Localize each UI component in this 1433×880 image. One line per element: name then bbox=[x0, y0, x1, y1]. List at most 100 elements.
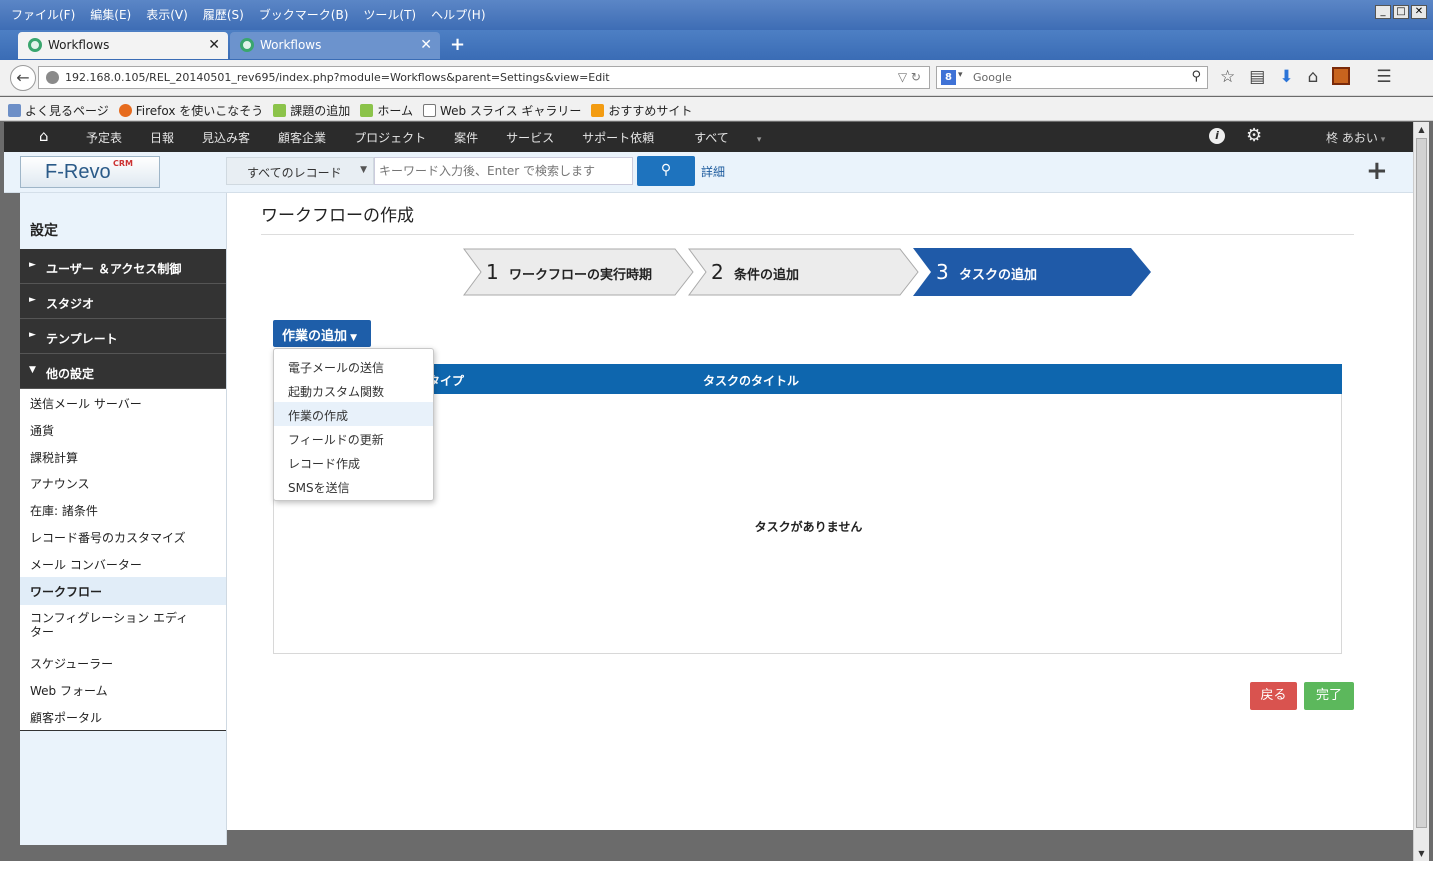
option-update-fields[interactable]: フィールドの更新 bbox=[274, 426, 433, 450]
sidebar-section-studio[interactable]: ► スタジオ bbox=[20, 284, 226, 319]
bookmarks-toolbar: よく見るページ Firefox を使いこなそう 課題の追加 ホーム Web スラ… bbox=[0, 97, 1433, 121]
bookmark-home[interactable]: ホーム bbox=[360, 100, 413, 120]
user-menu[interactable]: 柊 あおい ▾ bbox=[1326, 129, 1385, 146]
sidebar-item-customer-portal[interactable]: 顧客ポータル bbox=[20, 709, 226, 726]
browser-tab[interactable]: Workflows ✕ bbox=[230, 32, 440, 59]
sidebar-item-inventory-terms[interactable]: 在庫: 諸条件 bbox=[20, 502, 226, 519]
step-2[interactable]: 2 条件の追加 bbox=[688, 248, 919, 296]
quick-create-plus-icon[interactable]: + bbox=[1366, 156, 1388, 186]
sidebar-item-tax[interactable]: 課税計算 bbox=[20, 449, 226, 466]
nav-support[interactable]: サポート依頼 bbox=[570, 129, 670, 146]
google-search-engine-icon[interactable]: 8 bbox=[941, 70, 956, 85]
close-window-button[interactable]: ✕ bbox=[1411, 5, 1427, 19]
option-send-email[interactable]: 電子メールの送信 bbox=[274, 354, 433, 378]
sidebar-item-record-numbering[interactable]: レコード番号のカスタマイズ bbox=[20, 529, 226, 546]
nav-leads[interactable]: 見込み客 bbox=[190, 129, 266, 146]
crm-subheader: F-Revo CRM すべてのレコード ▼ ⚲ 詳細 + bbox=[4, 152, 1413, 193]
page-scrollbar[interactable]: ▲ ▼ bbox=[1413, 122, 1429, 861]
tab-close-icon[interactable]: ✕ bbox=[420, 37, 432, 53]
sidebar-item-announcement[interactable]: アナウンス bbox=[20, 475, 226, 492]
menu-tools[interactable]: ツール(T) bbox=[356, 4, 424, 25]
sidebar-item-workflows[interactable]: ワークフロー bbox=[20, 577, 226, 605]
back-arrow-icon[interactable]: ← bbox=[10, 65, 36, 91]
chevron-down-icon[interactable]: ▾ bbox=[958, 70, 963, 80]
download-icon[interactable]: ⬇ bbox=[1279, 67, 1293, 87]
step-1[interactable]: 1 ワークフローの実行時期 bbox=[463, 248, 694, 296]
gear-icon[interactable]: ⚙ bbox=[1246, 125, 1262, 146]
option-create-todo[interactable]: 作業の作成 bbox=[274, 402, 433, 426]
option-invoke-custom-function[interactable]: 起動カスタム関数 bbox=[274, 378, 433, 402]
menu-view[interactable]: 表示(V) bbox=[139, 4, 196, 25]
bookmark-add-issue[interactable]: 課題の追加 bbox=[273, 100, 350, 120]
record-type-select[interactable]: すべてのレコード ▼ bbox=[226, 157, 374, 185]
sidebar-section-users[interactable]: ► ユーザー ＆アクセス制御 bbox=[20, 249, 226, 284]
scrollbar-thumb[interactable] bbox=[1416, 138, 1427, 828]
nav-accounts[interactable]: 顧客企業 bbox=[266, 129, 342, 146]
finish-button[interactable]: 完了 bbox=[1304, 682, 1354, 710]
menu-file[interactable]: ファイル(F) bbox=[4, 4, 83, 25]
sidebar-item-webforms[interactable]: Web フォーム bbox=[20, 682, 226, 699]
sidebar-item-scheduler[interactable]: スケジューラー bbox=[20, 655, 226, 672]
navigation-toolbar: ← 192.168.0.105/REL_20140501_rev695/inde… bbox=[0, 60, 1433, 96]
nav-services[interactable]: サービス bbox=[494, 129, 570, 146]
caret-right-icon: ► bbox=[29, 295, 36, 305]
nav-all[interactable]: すべて ▾ bbox=[670, 129, 793, 146]
browser-tab-active[interactable]: Workflows ✕ bbox=[18, 32, 228, 59]
menu-history[interactable]: 履歴(S) bbox=[196, 4, 252, 25]
nav-calendar[interactable]: 予定表 bbox=[74, 129, 138, 146]
minimize-button[interactable]: _ bbox=[1375, 5, 1391, 19]
add-task-button[interactable]: 作業の追加 ▼ bbox=[273, 320, 371, 347]
search-icon: ⚲ bbox=[660, 162, 672, 178]
bookmark-most-visited[interactable]: よく見るページ bbox=[8, 100, 109, 120]
frevo-logo[interactable]: F-Revo CRM bbox=[20, 156, 160, 188]
menu-bookmarks[interactable]: ブックマーク(B) bbox=[252, 4, 357, 25]
url-bar[interactable]: 192.168.0.105/REL_20140501_rev695/index.… bbox=[38, 66, 930, 89]
bookmark-firefox[interactable]: Firefox を使いこなそう bbox=[118, 100, 263, 120]
info-icon[interactable]: i bbox=[1209, 128, 1225, 144]
keyword-search-input[interactable] bbox=[374, 157, 633, 185]
nav-daily-report[interactable]: 日報 bbox=[138, 129, 190, 146]
empty-message: タスクがありません bbox=[754, 520, 863, 534]
home-icon[interactable]: ⌂ bbox=[1308, 67, 1319, 87]
browser-search-box[interactable]: 8 ▾ Google ⚲ bbox=[936, 66, 1208, 89]
sidebar-section-other[interactable]: ▼ 他の設定 bbox=[20, 354, 226, 389]
scroll-down-icon[interactable]: ▼ bbox=[1416, 849, 1427, 858]
window-titlebar: ファイル(F) 編集(E) 表示(V) 履歴(S) ブックマーク(B) ツール(… bbox=[0, 0, 1433, 30]
menu-help[interactable]: ヘルプ(H) bbox=[424, 4, 493, 25]
logo-text: F-Revo bbox=[45, 161, 111, 183]
menu-edit[interactable]: 編集(E) bbox=[83, 4, 139, 25]
tab-close-icon[interactable]: ✕ bbox=[208, 37, 220, 53]
sidebar-section-templates[interactable]: ► テンプレート bbox=[20, 319, 226, 354]
step-3-active[interactable]: 3 タスクの追加 bbox=[913, 248, 1153, 296]
step-label: 条件の追加 bbox=[734, 268, 800, 283]
sidebar-item-mail-converter[interactable]: メール コンバーター bbox=[20, 556, 226, 573]
home-icon[interactable]: ⌂ bbox=[39, 127, 49, 145]
green-tag-icon bbox=[273, 103, 287, 117]
nav-deals[interactable]: 案件 bbox=[442, 129, 494, 146]
sidebar-item-config-editor[interactable]: コンフィグレーション エディ ター bbox=[20, 611, 226, 639]
extension-icon[interactable] bbox=[1332, 67, 1351, 85]
sidebar-other-settings-list: 送信メール サーバー 通貨 課税計算 アナウンス 在庫: 諸条件 レコード番号の… bbox=[20, 389, 226, 731]
reload-icon[interactable]: ▽ ↻ bbox=[898, 70, 921, 84]
maximize-button[interactable]: □ bbox=[1393, 5, 1409, 19]
site-identity-icon[interactable] bbox=[46, 71, 59, 84]
bookmark-web-slice[interactable]: Web スライス ギャラリー bbox=[422, 100, 581, 120]
page-gutter bbox=[4, 193, 20, 861]
advanced-search-link[interactable]: 詳細 bbox=[701, 163, 725, 180]
hamburger-menu-icon[interactable]: ☰ bbox=[1376, 67, 1391, 87]
bookmark-recommended[interactable]: おすすめサイト bbox=[591, 100, 692, 120]
reading-list-icon[interactable]: ▤ bbox=[1249, 67, 1265, 87]
nav-projects[interactable]: プロジェクト bbox=[342, 129, 442, 146]
browser-search-placeholder: Google bbox=[973, 71, 1012, 84]
option-create-record[interactable]: レコード作成 bbox=[274, 450, 433, 474]
search-icon[interactable]: ⚲ bbox=[1191, 69, 1201, 84]
option-send-sms[interactable]: SMSを送信 bbox=[274, 474, 433, 498]
back-button[interactable]: 戻る bbox=[1250, 682, 1297, 710]
sidebar-item-currency[interactable]: 通貨 bbox=[20, 422, 226, 439]
page-gutter bbox=[227, 830, 1413, 861]
sidebar-item-outgoing-server[interactable]: 送信メール サーバー bbox=[20, 395, 226, 412]
search-button[interactable]: ⚲ bbox=[637, 156, 695, 186]
new-tab-icon[interactable]: + bbox=[450, 34, 465, 55]
bookmark-star-icon[interactable]: ☆ bbox=[1220, 67, 1235, 87]
scroll-up-icon[interactable]: ▲ bbox=[1416, 125, 1427, 134]
